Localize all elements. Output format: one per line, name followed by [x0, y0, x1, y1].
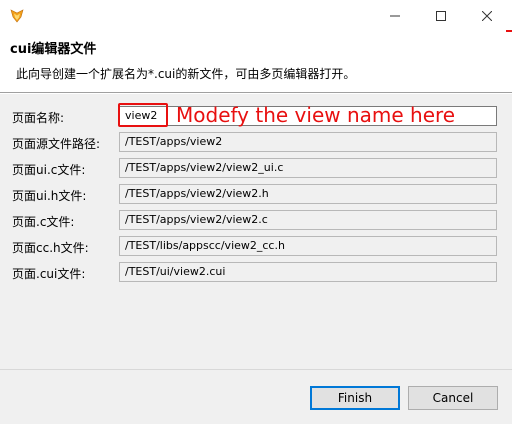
page-c-label: 页面.c文件: — [12, 215, 75, 229]
page-c-field: /TEST/apps/view2/view2.c — [119, 210, 497, 230]
page-cc-h-label: 页面cc.h文件: — [12, 241, 89, 255]
finish-button[interactable]: Finish — [310, 386, 400, 410]
page-ui-c-label: 页面ui.c文件: — [12, 163, 86, 177]
footer-divider — [0, 369, 512, 370]
wizard-description: 此向导创建一个扩展名为*.cui的新文件，可由多页编辑器打开。 — [16, 67, 356, 81]
page-ui-h-field: /TEST/apps/view2/view2.h — [119, 184, 497, 204]
maximize-icon — [436, 11, 446, 21]
page-cui-field: /TEST/ui/view2.cui — [119, 262, 497, 282]
maximize-button[interactable] — [418, 0, 464, 32]
app-icon — [8, 7, 26, 25]
wizard-title: cui编辑器文件 — [10, 42, 97, 57]
close-icon — [482, 11, 492, 21]
page-ui-h-label: 页面ui.h文件: — [12, 189, 87, 203]
page-cui-label: 页面.cui文件: — [12, 267, 86, 281]
title-bar[interactable] — [0, 0, 512, 32]
close-button[interactable] — [464, 0, 510, 32]
minimize-button[interactable] — [372, 0, 418, 32]
page-source-path-field: /TEST/apps/view2 — [119, 132, 497, 152]
page-cc-h-field: /TEST/libs/appscc/view2_cc.h — [119, 236, 497, 256]
header-divider-highlight — [0, 93, 512, 94]
wizard-header: cui编辑器文件 此向导创建一个扩展名为*.cui的新文件，可由多页编辑器打开。 — [0, 32, 512, 92]
annotation-text: Modefy the view name here — [176, 103, 456, 127]
page-name-label: 页面名称: — [12, 111, 65, 125]
annotation-highlight-box — [118, 103, 168, 127]
cancel-button[interactable]: Cancel — [408, 386, 498, 410]
page-ui-c-field: /TEST/apps/view2/view2_ui.c — [119, 158, 497, 178]
minimize-icon — [390, 11, 400, 21]
page-source-path-label: 页面源文件路径: — [12, 137, 101, 151]
